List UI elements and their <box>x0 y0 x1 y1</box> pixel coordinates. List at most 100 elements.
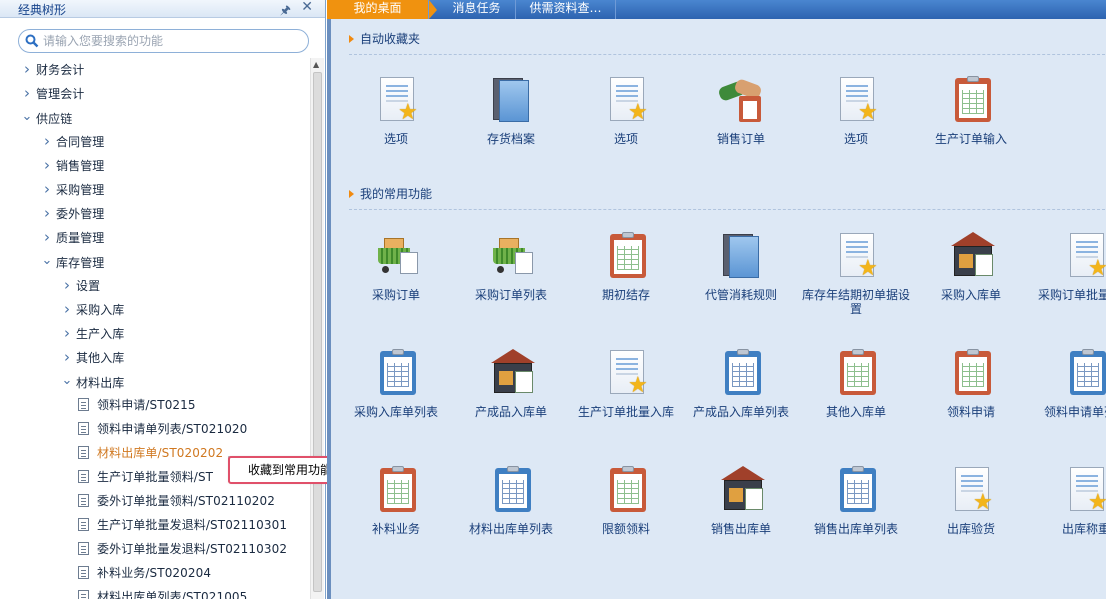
function-tile-label: 采购订单列表 <box>474 288 547 302</box>
tree-leaf-item[interactable]: 领料申请单列表/ST021020 <box>78 418 247 440</box>
tree-leaf-item[interactable]: 补料业务/ST020204 <box>78 562 211 584</box>
function-tile[interactable]: 产成品入库单 <box>456 347 566 419</box>
function-tile[interactable]: ★ 出库验货 <box>916 464 1026 536</box>
tab-bar: 我的桌面 消息任务 供需资料查… <box>327 0 1106 19</box>
tree-leaf-item[interactable]: 委外订单批量领料/ST02110202 <box>78 490 275 512</box>
function-tile[interactable]: 销售出库单列表 <box>801 464 911 536</box>
common-section-header[interactable]: 我的常用功能 <box>349 186 432 202</box>
tab-my-desktop[interactable]: 我的桌面 <box>327 0 429 19</box>
tree-folder-item[interactable]: › 其他入库 <box>60 346 124 368</box>
function-tile-label: 出库称重 <box>1061 522 1106 536</box>
tree-leaf-item[interactable]: 生产订单批量领料/ST <box>78 466 213 488</box>
tab-supply-query[interactable]: 供需资料查… <box>516 0 616 19</box>
function-tile[interactable]: 领料申请单列表 <box>1031 347 1106 419</box>
function-tile[interactable]: ★ 选项 <box>341 74 451 146</box>
tab-messages[interactable]: 消息任务 <box>438 0 516 19</box>
function-tile[interactable]: 领料申请 <box>916 347 1026 419</box>
function-tile[interactable]: 其他入库单 <box>801 347 911 419</box>
function-tile[interactable]: 期初结存 <box>571 230 681 302</box>
clipboard-blue-icon <box>717 347 765 397</box>
chevron-right-icon[interactable]: › <box>20 82 34 104</box>
function-tile[interactable]: 销售订单 <box>686 74 796 146</box>
tree-folder-item[interactable]: ⌄ 供应链 <box>20 106 73 128</box>
favorites-section-header[interactable]: 自动收藏夹 <box>349 31 420 47</box>
clipboard-red-icon <box>832 347 880 397</box>
chevron-right-icon[interactable]: › <box>40 130 54 152</box>
tree-folder-item[interactable]: › 设置 <box>60 274 100 296</box>
tree-folder-item[interactable]: ⌄ 材料出库 <box>60 370 125 392</box>
chevron-down-icon[interactable]: ⌄ <box>60 370 74 392</box>
function-tile[interactable]: ★ 选项 <box>801 74 911 146</box>
function-tile[interactable]: 采购入库单 <box>916 230 1026 302</box>
tree-folder-item[interactable]: › 管理会计 <box>20 82 84 104</box>
search-input[interactable] <box>43 32 303 50</box>
books-icon <box>717 230 765 280</box>
tree-folder-item[interactable]: › 采购入库 <box>60 298 124 320</box>
function-tile-label: 库存年结期初单据设置 <box>801 288 910 316</box>
chevron-right-icon[interactable]: › <box>60 274 74 296</box>
scrollbar-thumb[interactable] <box>313 72 322 592</box>
function-tile[interactable]: 产成品入库单列表 <box>686 347 796 419</box>
chevron-down-icon[interactable]: ⌄ <box>20 106 34 128</box>
chevron-right-icon[interactable]: › <box>60 346 74 368</box>
function-tile-label: 选项 <box>843 132 868 146</box>
chevron-right-icon[interactable]: › <box>20 58 34 80</box>
sidebar-scrollbar[interactable]: ▲ <box>310 58 324 599</box>
clipboard-red-icon <box>602 464 650 514</box>
tree-leaf-item[interactable]: 生产订单批量发退料/ST02110301 <box>78 514 287 536</box>
scroll-up-arrow-icon[interactable]: ▲ <box>313 60 319 69</box>
chevron-right-icon[interactable]: › <box>40 226 54 248</box>
tree-folder-item[interactable]: › 委外管理 <box>40 202 104 224</box>
function-tile-label: 销售出库单列表 <box>813 522 898 536</box>
close-icon[interactable]: ✕ <box>301 0 313 15</box>
function-tile[interactable]: ★ 采购订单批量入库 <box>1031 230 1106 302</box>
section-divider <box>349 209 1106 210</box>
search-icon <box>25 34 39 48</box>
tree-folder-item[interactable]: › 生产入库 <box>60 322 124 344</box>
function-tile[interactable]: ★ 出库称重 <box>1031 464 1106 536</box>
tree-folder-item[interactable]: › 财务会计 <box>20 58 84 80</box>
tree-folder-item[interactable]: › 质量管理 <box>40 226 104 248</box>
chevron-right-icon[interactable]: › <box>40 202 54 224</box>
function-tile-label: 产成品入库单 <box>474 405 547 419</box>
document-icon <box>78 566 89 579</box>
chevron-right-icon[interactable]: › <box>40 154 54 176</box>
function-tile[interactable]: 代管消耗规则 <box>686 230 796 302</box>
tree-item-label: 材料出库单列表/ST021005 <box>97 590 248 599</box>
function-tile[interactable]: 采购订单列表 <box>456 230 566 302</box>
function-tile[interactable]: ★ 生产订单批量入库 <box>571 347 681 419</box>
function-tile[interactable]: 限额领料 <box>571 464 681 536</box>
tree-leaf-item[interactable]: 材料出库单/ST020202 <box>78 442 223 464</box>
chevron-right-icon[interactable]: › <box>60 298 74 320</box>
tree-leaf-item[interactable]: 委外订单批量发退料/ST02110302 <box>78 538 287 560</box>
function-tile[interactable]: 补料业务 <box>341 464 451 536</box>
function-tile-label: 期初结存 <box>601 288 650 302</box>
chevron-down-icon[interactable]: ⌄ <box>40 250 54 272</box>
function-tile[interactable]: ★ 库存年结期初单据设置 <box>801 230 911 316</box>
function-tile[interactable]: 存货档案 <box>456 74 566 146</box>
tree-item-label: 委外订单批量领料/ST02110202 <box>97 494 275 508</box>
doc-star-icon: ★ <box>832 74 880 124</box>
function-tile[interactable]: 生产订单输入 <box>916 74 1026 146</box>
pin-icon[interactable]: 🖈 <box>280 1 291 22</box>
function-tile[interactable]: 材料出库单列表 <box>456 464 566 536</box>
function-tile[interactable]: 采购订单 <box>341 230 451 302</box>
function-tile[interactable]: 采购入库单列表 <box>341 347 451 419</box>
tree-folder-item[interactable]: ⌄ 库存管理 <box>40 250 105 272</box>
chevron-right-icon[interactable]: › <box>60 322 74 344</box>
function-tile[interactable]: 销售出库单 <box>686 464 796 536</box>
search-box[interactable] <box>18 29 309 53</box>
tree-leaf-item[interactable]: 材料出库单列表/ST021005 <box>78 586 247 599</box>
favorites-section-title: 自动收藏夹 <box>360 32 421 46</box>
tree-folder-item[interactable]: › 合同管理 <box>40 130 104 152</box>
tree-folder-item[interactable]: › 销售管理 <box>40 154 104 176</box>
tree-item-label: 供应链 <box>36 112 73 126</box>
chevron-right-icon[interactable]: › <box>40 178 54 200</box>
tree-leaf-item[interactable]: 领料申请/ST0215 <box>78 394 196 416</box>
tree-folder-item[interactable]: › 采购管理 <box>40 178 104 200</box>
function-tile-label: 销售出库单 <box>710 522 771 536</box>
tree-item-label: 补料业务/ST020204 <box>97 566 212 580</box>
warehouse-icon <box>487 347 535 397</box>
function-tile[interactable]: ★ 选项 <box>571 74 681 146</box>
document-icon <box>78 494 89 507</box>
